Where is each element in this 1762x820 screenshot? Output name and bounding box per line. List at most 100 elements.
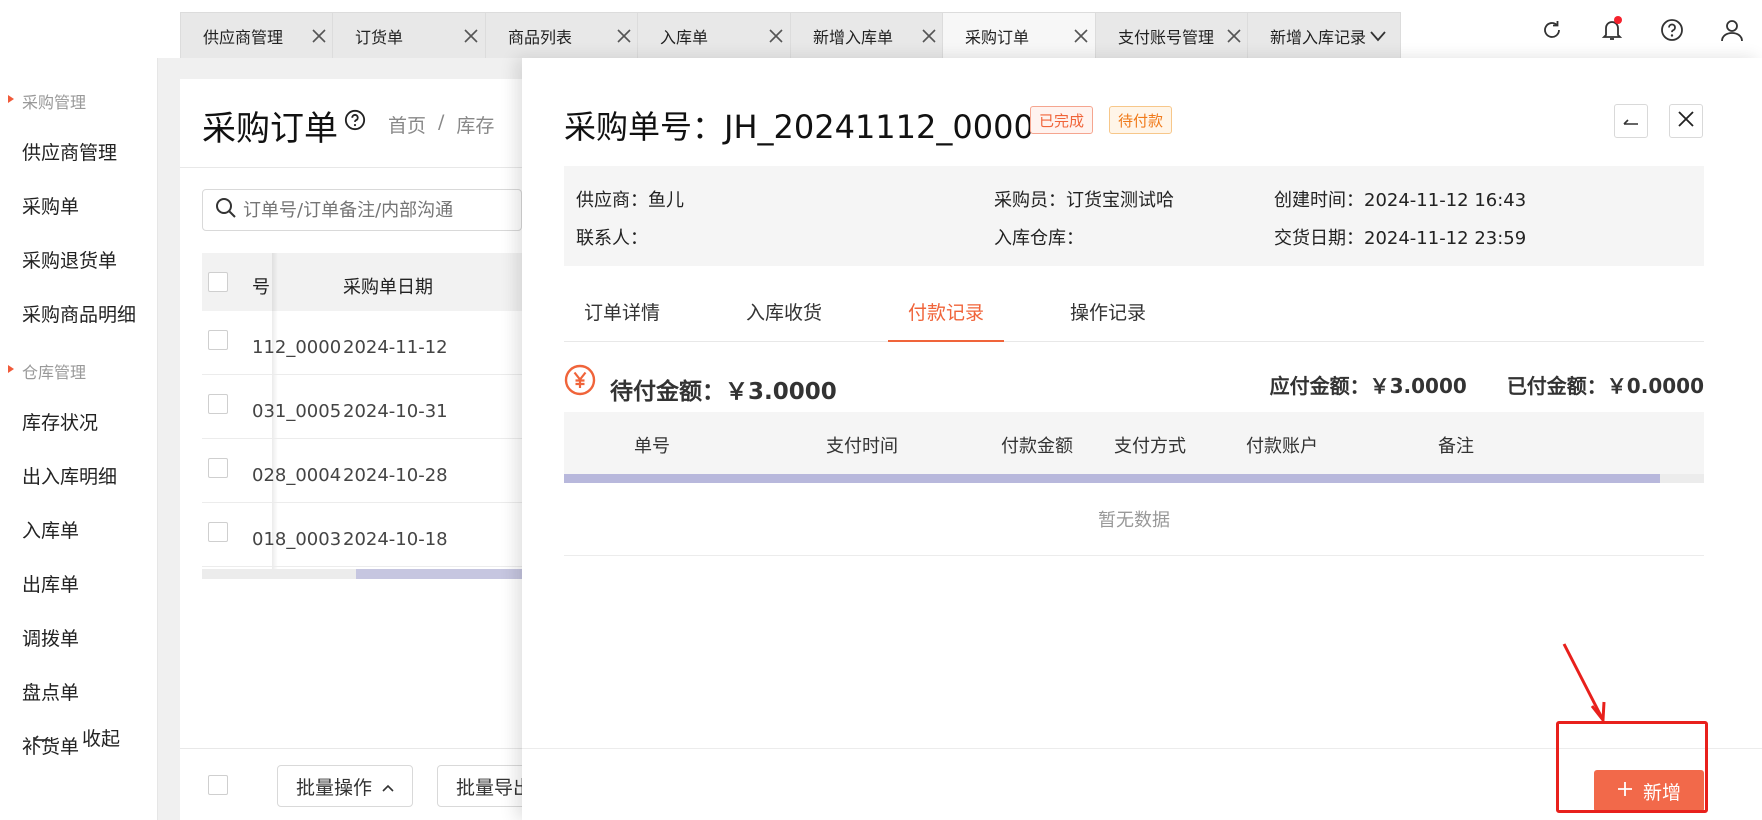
tab-supplier-management[interactable]: 供应商管理 <box>180 12 342 58</box>
help-icon[interactable] <box>1642 10 1702 50</box>
refresh-icon[interactable] <box>1522 10 1582 50</box>
sidebar-item-purchase-order[interactable]: 采购单 <box>22 192 79 219</box>
tab-label: 新增入库记录 <box>1270 27 1367 47</box>
order-info-panel: 供应商：鱼儿 联系人： 采购员：订货宝测试哈 入库仓库： 创建时间：2024-1… <box>564 166 1704 266</box>
row-checkbox[interactable] <box>208 522 228 542</box>
amount-summary: 应付金额：￥3.0000 已付金额：￥0.0000 <box>1270 370 1704 399</box>
column-number: 单号 <box>634 436 670 457</box>
tab-new-stock-in[interactable]: 新增入库单 <box>790 12 952 58</box>
close-icon[interactable] <box>309 26 329 46</box>
tab-new-stock-record[interactable]: 新增入库记录 <box>1247 12 1401 58</box>
column-order-no: 号 <box>252 277 270 298</box>
user-icon[interactable] <box>1702 10 1762 50</box>
arrow-left-icon <box>1622 111 1640 132</box>
scrollbar-thumb[interactable] <box>356 569 522 579</box>
supplier-info: 供应商：鱼儿 <box>576 190 684 211</box>
close-icon <box>1678 110 1694 132</box>
bell-icon[interactable] <box>1582 10 1642 50</box>
chevron-down-icon[interactable] <box>1368 26 1388 46</box>
annotation-arrow-icon <box>1562 643 1606 724</box>
footer-select-all-checkbox[interactable] <box>208 775 228 795</box>
row-order-no: 112_0000 <box>252 337 342 358</box>
row-order-no: 028_0004 <box>252 465 342 486</box>
close-icon[interactable] <box>1224 26 1244 46</box>
row-checkbox[interactable] <box>208 458 228 478</box>
column-pay-time: 支付时间 <box>826 436 898 457</box>
payment-table-header: 单号 支付时间 付款金额 支付方式 付款账户 备注 <box>564 412 1704 474</box>
close-icon[interactable] <box>614 26 634 46</box>
search-input[interactable] <box>243 199 503 221</box>
collapse-sidebar-button[interactable]: 收起 <box>32 724 120 751</box>
column-remark: 备注 <box>1438 436 1474 457</box>
breadcrumb-stock[interactable]: 库存 <box>456 111 494 138</box>
tab-order-form[interactable]: 订货单 <box>332 12 494 58</box>
sidebar-item-inventory-check[interactable]: 盘点单 <box>22 678 79 705</box>
created-time-info: 创建时间：2024-11-12 16:43 <box>1274 190 1527 211</box>
row-order-no: 031_0005 <box>252 401 342 422</box>
arrow-left-icon <box>32 727 52 749</box>
pending-amount: 待付金额：￥3.0000 <box>610 379 837 405</box>
tab-label: 供应商管理 <box>203 27 284 47</box>
sidebar-item-supplier[interactable]: 供应商管理 <box>22 138 117 165</box>
sidebar-item-stock-in[interactable]: 入库单 <box>22 516 79 543</box>
breadcrumb: 首页 / 库存 <box>388 111 494 138</box>
search-box[interactable] <box>202 189 522 231</box>
row-checkbox[interactable] <box>208 330 228 350</box>
column-pay-amount: 付款金额 <box>1001 436 1073 457</box>
question-icon[interactable] <box>344 109 366 136</box>
sidebar-item-purchase-return[interactable]: 采购退货单 <box>22 246 117 273</box>
sidebar-group-purchase[interactable]: 采购管理 <box>0 89 86 113</box>
yen-icon <box>564 364 596 401</box>
tab-label: 订货单 <box>355 27 404 47</box>
sidebar-item-stock-out[interactable]: 出库单 <box>22 570 79 597</box>
sidebar-group-warehouse[interactable]: 仓库管理 <box>0 359 86 383</box>
row-date: 2024-11-12 <box>343 337 448 358</box>
notification-dot <box>1614 16 1622 24</box>
select-all-checkbox[interactable] <box>208 272 228 292</box>
row-order-no: 018_0003 <box>252 529 342 550</box>
tab-label: 新增入库单 <box>813 27 894 47</box>
breadcrumb-home[interactable]: 首页 <box>388 111 426 138</box>
sidebar-item-stock-flow[interactable]: 出入库明细 <box>22 462 117 489</box>
paid-amount: 已付金额：￥0.0000 <box>1506 374 1704 398</box>
row-date: 2024-10-31 <box>343 401 448 422</box>
sidebar-item-purchase-detail[interactable]: 采购商品明细 <box>22 300 136 327</box>
tab-operation-records[interactable]: 操作记录 <box>1070 290 1146 342</box>
column-pay-account: 付款账户 <box>1246 436 1318 457</box>
tab-label: 商品列表 <box>508 27 573 47</box>
tab-order-detail[interactable]: 订单详情 <box>584 290 660 342</box>
payment-table-scrollbar[interactable] <box>564 474 1704 483</box>
tab-payment-account[interactable]: 支付账号管理 <box>1095 12 1257 58</box>
row-divider <box>202 566 522 567</box>
drawer-title: 采购单号：JH_20241112_0000 <box>564 108 1034 146</box>
payable-amount: 应付金额：￥3.0000 <box>1269 374 1467 398</box>
row-checkbox[interactable] <box>208 394 228 414</box>
sidebar-item-stock-status[interactable]: 库存状况 <box>22 408 98 435</box>
close-icon[interactable] <box>919 26 939 46</box>
sidebar-item-transfer[interactable]: 调拨单 <box>22 624 79 651</box>
close-icon[interactable] <box>461 26 481 46</box>
tab-purchase-order[interactable]: 采购订单 <box>942 12 1104 58</box>
highlight-box <box>1556 721 1708 813</box>
tab-stock-receive[interactable]: 入库收货 <box>746 290 822 342</box>
collapse-drawer-button[interactable] <box>1614 104 1648 138</box>
tab-label: 采购订单 <box>965 27 1030 47</box>
status-badge-completed: 已完成 <box>1030 106 1094 134</box>
tab-stock-in[interactable]: 入库单 <box>637 12 799 58</box>
collapse-label: 收起 <box>82 728 121 750</box>
close-icon[interactable] <box>766 26 786 46</box>
tab-payment-records[interactable]: 付款记录 <box>888 290 1005 342</box>
row-divider <box>202 438 522 439</box>
search-icon <box>215 197 237 224</box>
close-icon[interactable] <box>1071 26 1091 46</box>
batch-operation-button[interactable]: 批量操作 <box>277 765 414 807</box>
drawer-tabs: 订单详情 入库收货 付款记录 操作记录 <box>564 290 1704 342</box>
scrollbar-thumb[interactable] <box>564 474 1660 483</box>
top-icons <box>1522 10 1762 50</box>
tab-product-list[interactable]: 商品列表 <box>485 12 647 58</box>
row-divider <box>202 374 522 375</box>
warehouse-info: 入库仓库： <box>994 228 1084 249</box>
table-horizontal-scrollbar[interactable] <box>202 569 522 579</box>
close-drawer-button[interactable] <box>1669 104 1703 138</box>
breadcrumb-separator: / <box>438 111 445 133</box>
